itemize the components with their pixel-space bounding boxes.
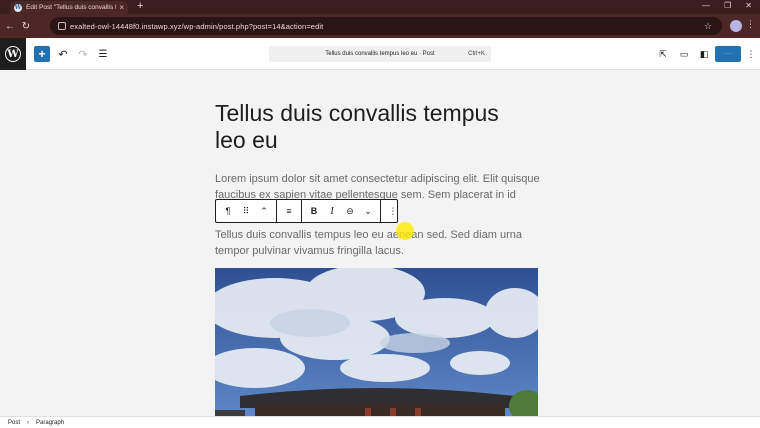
paragraph-block[interactable]: Tellus duis convallis tempus leo eu aene…	[215, 227, 545, 259]
device-preview-icon[interactable]: ▭	[677, 46, 691, 62]
wordpress-favicon-icon: W	[14, 3, 22, 12]
block-toolbar-group-options: ⋮	[381, 200, 405, 222]
block-mover-icon[interactable]: ⌃	[255, 206, 273, 217]
wordpress-logo-button[interactable]: W	[0, 38, 26, 70]
mouse-cursor-highlight	[396, 222, 414, 240]
document-overview-icon[interactable]: ☰	[96, 46, 110, 62]
breadcrumb-separator-icon: ›	[27, 419, 30, 426]
breadcrumb-paragraph[interactable]: Paragraph	[36, 420, 64, 426]
site-info-icon[interactable]	[58, 22, 66, 30]
browser-tab[interactable]: W Edit Post "Tellus duis convallis te...…	[10, 1, 128, 14]
editor-top-toolbar: W + ↶ ↷ ☰ Tellus duis convallis tempus l…	[0, 38, 760, 70]
browser-tab-strip: W Edit Post "Tellus duis convallis te...…	[0, 0, 760, 14]
align-text-icon[interactable]: ≡	[280, 206, 298, 216]
image-block[interactable]	[215, 268, 538, 416]
block-breadcrumb: Post › Paragraph	[0, 416, 760, 428]
editor-canvas: Tellus duis convallis tempus leo eu Lore…	[0, 70, 760, 416]
browser-menu-icon[interactable]: ⋮	[746, 19, 755, 30]
browser-address-bar: ← ↻ exalted-owl-14448f0.instawp.xyz/wp-a…	[0, 14, 760, 38]
more-formats-chevron-icon[interactable]: ⌄	[359, 206, 377, 217]
url-text: exalted-owl-14448f0.instawp.xyz/wp-admin…	[70, 21, 324, 31]
view-post-icon[interactable]: ⇱	[656, 46, 670, 62]
drag-handle-icon[interactable]: ⠿	[237, 206, 255, 217]
italic-button[interactable]: I	[323, 206, 341, 217]
block-toolbar-group-align: ≡	[277, 200, 302, 222]
link-icon[interactable]: ⊖	[341, 206, 359, 217]
block-toolbar-group-format: B I ⊖ ⌄	[302, 200, 381, 222]
block-toolbar-group-block: ¶ ⠿ ⌃	[216, 200, 277, 222]
command-palette-bar[interactable]: Tellus duis convallis tempus leo eu · Po…	[269, 46, 491, 62]
block-inserter-button[interactable]: +	[34, 46, 50, 62]
profile-avatar[interactable]	[730, 20, 742, 32]
command-shortcut: Ctrl+K	[468, 51, 485, 57]
undo-icon[interactable]: ↶	[56, 46, 70, 62]
block-options-icon[interactable]: ⋮	[384, 206, 402, 217]
tab-close-icon[interactable]: ×	[119, 3, 124, 12]
window-controls: — ❐ ✕	[702, 0, 752, 12]
bold-button[interactable]: B	[305, 206, 323, 216]
settings-sidebar-icon[interactable]: ◧	[697, 46, 711, 62]
maximize-button[interactable]: ❐	[724, 0, 731, 12]
sky-and-roof-image	[215, 268, 538, 416]
browser-tab-title: Edit Post "Tellus duis convallis te...	[26, 4, 117, 11]
url-field[interactable]: exalted-owl-14448f0.instawp.xyz/wp-admin…	[50, 17, 722, 35]
close-window-button[interactable]: ✕	[745, 0, 752, 12]
paragraph-block-icon[interactable]: ¶	[219, 206, 237, 216]
post-title[interactable]: Tellus duis convallis tempus leo eu	[215, 100, 535, 154]
block-toolbar: ¶ ⠿ ⌃ ≡ B I ⊖ ⌄ ⋮	[215, 199, 398, 223]
redo-icon[interactable]: ↷	[76, 46, 90, 62]
document-title: Tellus duis convallis tempus leo eu · Po…	[325, 51, 435, 57]
reload-icon[interactable]: ↻	[18, 21, 34, 32]
back-arrow-icon[interactable]: ←	[2, 21, 18, 32]
minimize-button[interactable]: —	[702, 0, 710, 12]
wordpress-logo-icon: W	[5, 46, 21, 62]
breadcrumb-post[interactable]: Post	[8, 420, 20, 426]
editor-options-icon[interactable]: ⋮	[746, 46, 756, 62]
bookmark-star-icon[interactable]: ☆	[704, 21, 712, 32]
save-button[interactable]: ····	[715, 46, 741, 62]
new-tab-button[interactable]: +	[137, 0, 143, 12]
